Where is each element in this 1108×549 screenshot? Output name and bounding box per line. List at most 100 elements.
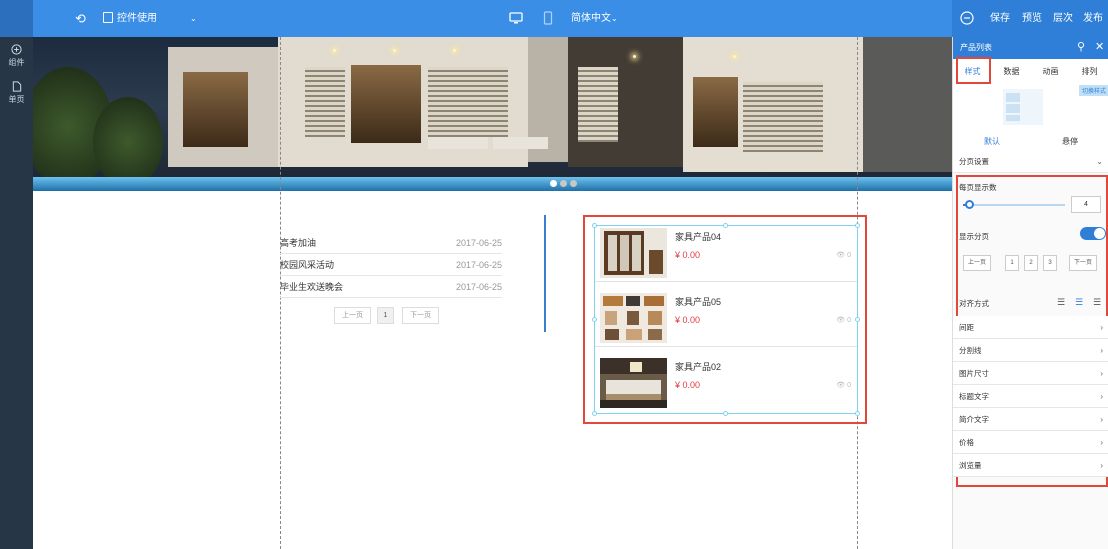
minus-circle-icon[interactable] <box>960 11 974 25</box>
section-paging-settings[interactable]: 分页设置 ⌄ <box>953 150 1108 173</box>
news-date: 2017-06-25 <box>455 260 502 270</box>
show-paging-toggle[interactable] <box>1080 227 1106 240</box>
switch-style-button[interactable]: 切换样式 <box>1078 85 1108 96</box>
eye-icon: 👁 <box>836 317 846 324</box>
product-price: ¥ 0.00 <box>675 315 701 325</box>
section-spacing[interactable]: 间距 › <box>953 316 1108 339</box>
product-views: 👁 0 <box>836 382 851 389</box>
product-name[interactable]: 家具产品02 <box>675 360 721 373</box>
rail-pages-button[interactable]: 单页 <box>0 81 33 105</box>
style-preview[interactable]: 切换样式 <box>953 85 1108 129</box>
eye-icon: 👁 <box>836 382 846 389</box>
page-selector[interactable]: 控件使用 <box>117 0 157 37</box>
pager-prev-button[interactable]: 上一页 <box>963 255 991 271</box>
close-icon[interactable]: ✕ <box>1095 41 1104 53</box>
section-label: 分割线 <box>959 346 982 355</box>
align-left-icon[interactable]: ☰ <box>1057 297 1065 308</box>
pager-page-button[interactable]: 2 <box>1024 255 1038 271</box>
settings-panel: 产品列表 ⚲ ✕ 样式 数据 动画 排列 切换样式 默认 悬停 分页设置 ⌄ 每… <box>952 37 1108 549</box>
next-page-button[interactable]: 下一页 <box>402 307 439 324</box>
section-divider[interactable]: 分割线 › <box>953 339 1108 362</box>
section-label: 图片尺寸 <box>959 369 989 378</box>
per-page-slider[interactable] <box>963 200 1065 209</box>
layers-button[interactable]: 层次 <box>1053 0 1073 37</box>
product-image <box>600 358 667 408</box>
rail-components-button[interactable]: 组件 <box>0 44 33 68</box>
chevron-right-icon: › <box>1100 369 1103 378</box>
tab-data[interactable]: 数据 <box>992 59 1031 85</box>
section-image-size[interactable]: 图片尺寸 › <box>953 362 1108 385</box>
show-paging-label: 显示分页 <box>959 232 989 241</box>
list-item[interactable]: 校园风采活动 2017-06-25 <box>280 254 502 276</box>
pager-page-button[interactable]: 3 <box>1043 255 1057 271</box>
news-title[interactable]: 高考加油 <box>280 238 316 248</box>
tab-animation[interactable]: 动画 <box>1031 59 1070 85</box>
per-page-label: 每页显示数 <box>959 183 997 192</box>
chevron-down-icon: ⌄ <box>1096 157 1103 166</box>
align-center-icon[interactable]: ☰ <box>1075 297 1083 308</box>
product-price: ¥ 0.00 <box>675 250 701 260</box>
news-date: 2017-06-25 <box>455 282 502 292</box>
section-label: 间距 <box>959 323 974 332</box>
carousel-dots[interactable] <box>550 176 580 190</box>
page-icon <box>103 12 113 23</box>
section-label: 简介文字 <box>959 415 989 424</box>
language-selector[interactable]: 简体中文 <box>571 0 611 37</box>
panel-title: 产品列表 <box>960 43 992 52</box>
product-views: 👁 0 <box>836 252 851 259</box>
product-name[interactable]: 家具产品05 <box>675 295 721 308</box>
chevron-right-icon: › <box>1100 346 1103 355</box>
section-intro-text[interactable]: 简介文字 › <box>953 408 1108 431</box>
product-image <box>600 228 667 278</box>
news-title[interactable]: 校园风采活动 <box>280 260 334 270</box>
section-price[interactable]: 价格 › <box>953 431 1108 454</box>
product-image <box>600 293 667 343</box>
style-thumbnail[interactable] <box>1003 89 1043 125</box>
divider-line <box>544 215 546 332</box>
product-item[interactable]: 家具产品04 ¥ 0.00 👁 0 <box>595 224 857 282</box>
news-list: 高考加油 2017-06-25 校园风采活动 2017-06-25 毕业生欢送晚… <box>280 232 502 298</box>
section-title-text[interactable]: 标题文字 › <box>953 385 1108 408</box>
list-item[interactable]: 毕业生欢送晚会 2017-06-25 <box>280 276 502 298</box>
top-toolbar: ⟲ 控件使用 ⌄ 简体中文 ⌄ 保存 预览 层次 发布 <box>0 0 1108 37</box>
rail-pages-label: 单页 <box>8 95 25 104</box>
pager-next-button[interactable]: 下一页 <box>1069 255 1097 271</box>
align-right-icon[interactable]: ☰ <box>1093 297 1101 308</box>
product-name[interactable]: 家具产品04 <box>675 230 721 243</box>
product-views: 👁 0 <box>836 317 851 324</box>
pin-icon[interactable]: ⚲ <box>1077 41 1085 53</box>
undo-icon[interactable]: ⟲ <box>75 0 86 37</box>
editor-canvas[interactable]: 高考加油 2017-06-25 校园风采活动 2017-06-25 毕业生欢送晚… <box>33 37 952 549</box>
prev-page-button[interactable]: 上一页 <box>334 307 371 324</box>
news-date: 2017-06-25 <box>455 238 502 248</box>
news-title[interactable]: 毕业生欢送晚会 <box>280 282 343 292</box>
rail-components-label: 组件 <box>8 58 25 67</box>
product-item[interactable]: 家具产品05 ¥ 0.00 👁 0 <box>595 289 857 347</box>
align-label: 对齐方式 <box>959 299 989 308</box>
section-views[interactable]: 浏览量 › <box>953 454 1108 477</box>
product-item[interactable]: 家具产品02 ¥ 0.00 👁 0 <box>595 354 857 412</box>
slider-handle[interactable] <box>965 200 974 209</box>
action-group: 保存 预览 层次 发布 <box>952 0 1108 37</box>
chevron-right-icon: › <box>1100 461 1103 470</box>
chevron-right-icon: › <box>1100 323 1103 332</box>
product-list-module[interactable]: 家具产品04 ¥ 0.00 👁 0 家具产品05 ¥ 0.00 👁 0 家具产品… <box>583 215 867 424</box>
logo-block <box>0 0 33 37</box>
pager-page-button[interactable]: 1 <box>1005 255 1019 271</box>
list-item[interactable]: 高考加油 2017-06-25 <box>280 232 502 254</box>
save-button[interactable]: 保存 <box>990 0 1010 37</box>
preview-button[interactable]: 预览 <box>1022 0 1042 37</box>
section-label: 价格 <box>959 438 974 447</box>
chevron-right-icon: › <box>1100 438 1103 447</box>
product-price: ¥ 0.00 <box>675 380 701 390</box>
mobile-icon[interactable] <box>541 11 555 25</box>
chevron-down-icon[interactable]: ⌄ <box>190 0 197 37</box>
page-1-button[interactable]: 1 <box>377 307 394 324</box>
desktop-icon[interactable] <box>509 11 523 25</box>
section-label: 浏览量 <box>959 461 982 470</box>
tab-arrange[interactable]: 排列 <box>1070 59 1108 85</box>
chevron-down-icon[interactable]: ⌄ <box>611 0 618 37</box>
publish-button[interactable]: 发布 <box>1083 0 1103 37</box>
section-label: 标题文字 <box>959 392 989 401</box>
per-page-input[interactable] <box>1071 196 1101 213</box>
